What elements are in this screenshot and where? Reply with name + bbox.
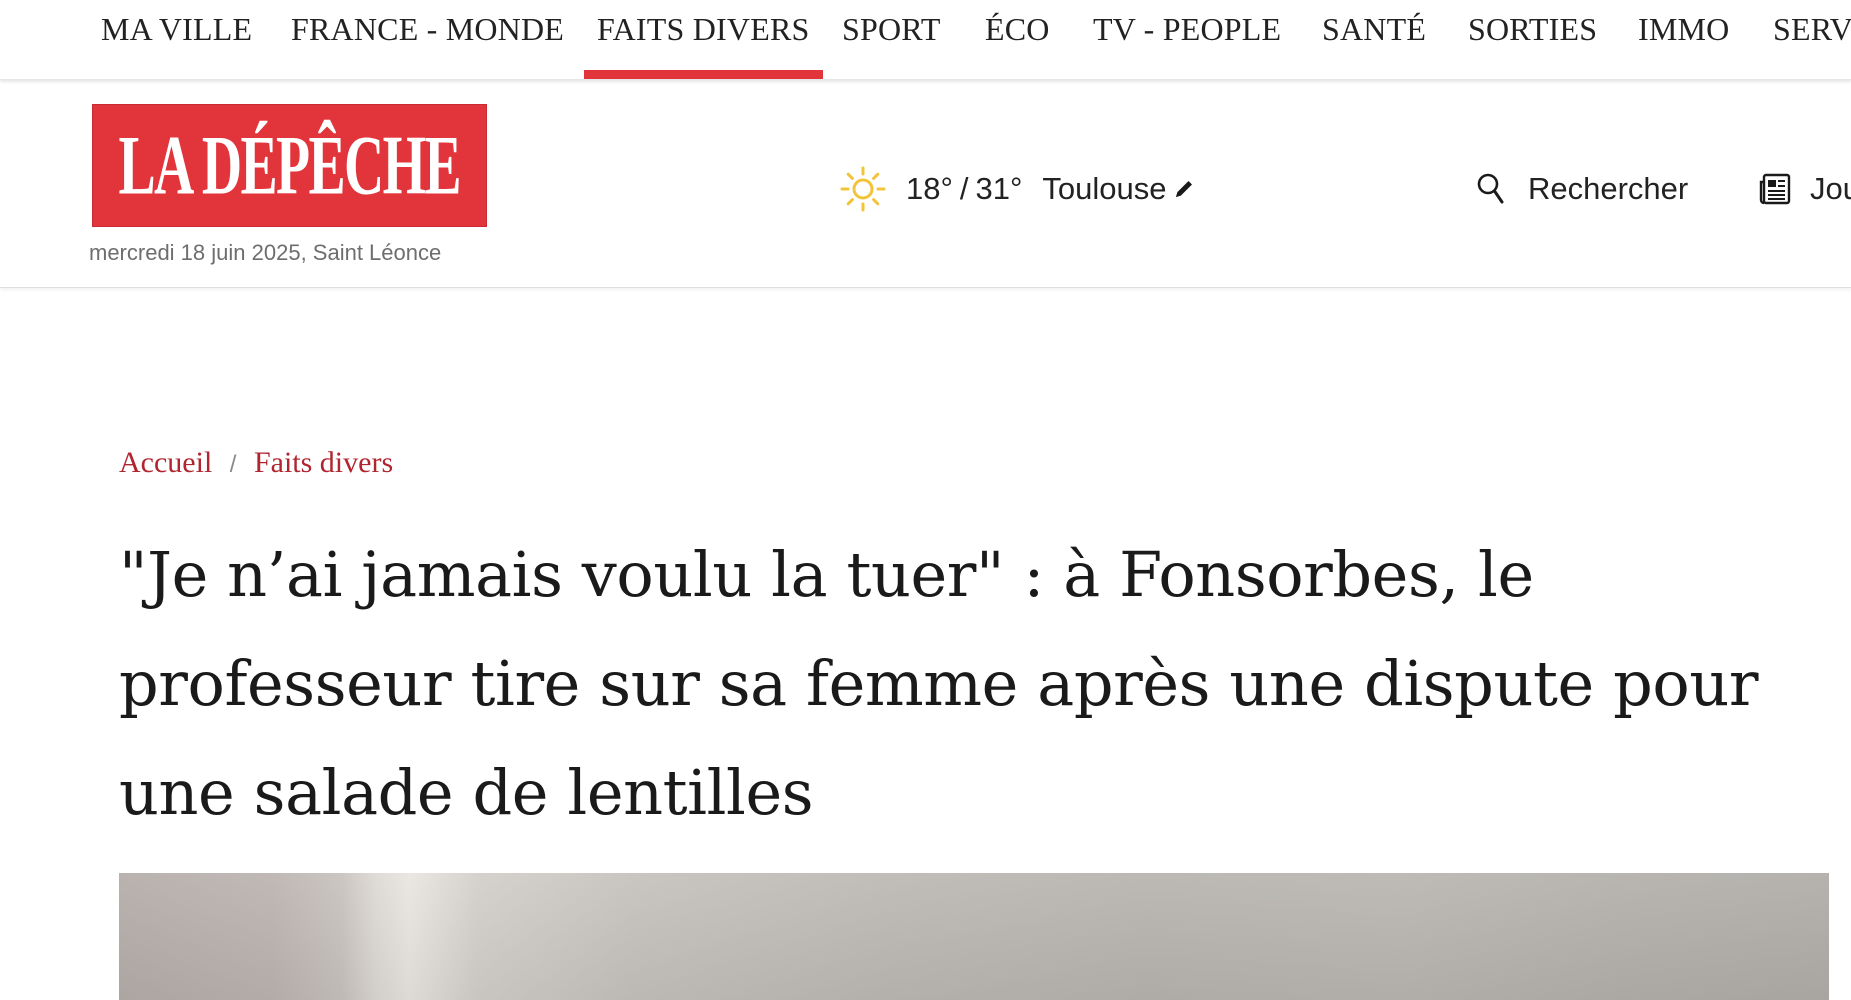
- breadcrumb: Accueil / Faits divers: [119, 446, 393, 480]
- nav-item-ma-ville[interactable]: MA VILLE: [101, 0, 252, 79]
- date-and-saint: mercredi 18 juin 2025, Saint Léonce: [89, 240, 442, 265]
- hero-image-shading: [119, 873, 1829, 1000]
- nav-item-sport[interactable]: SPORT: [842, 0, 941, 79]
- breadcrumb-separator: /: [229, 451, 237, 478]
- breadcrumb-home[interactable]: Accueil: [119, 446, 212, 479]
- breadcrumb-faits-divers[interactable]: Faits divers: [254, 446, 393, 479]
- search-button[interactable]: Rechercher: [1476, 166, 1688, 212]
- pencil-icon: [1175, 181, 1192, 197]
- article-headline: "Je n’ai jamais voulu la tuer" : à Fonso…: [119, 538, 1759, 829]
- journal-label: Jou: [1810, 171, 1851, 206]
- nav-item-eco[interactable]: ÉCO: [985, 0, 1050, 79]
- nav-item-services[interactable]: SERV: [1773, 0, 1851, 79]
- newspaper-icon: [1759, 173, 1791, 205]
- article-hero-image: [119, 873, 1829, 1000]
- nav-item-immo[interactable]: IMMO: [1638, 0, 1729, 79]
- nav-item-france-monde[interactable]: FRANCE - MONDE: [291, 0, 564, 79]
- logo-wordmark: LA DÉPÊCHE: [118, 117, 462, 213]
- temperature-max: 31°: [975, 171, 1023, 206]
- nav-item-sante[interactable]: SANTÉ: [1322, 0, 1426, 79]
- site-header: LA DÉPÊCHE mercredi 18 juin 2025, Saint …: [0, 80, 1851, 288]
- sun-icon: [840, 166, 886, 212]
- weather-city-selector[interactable]: Toulouse: [1042, 171, 1194, 207]
- weather-city: Toulouse: [1042, 171, 1167, 206]
- top-navigation: MA VILLE FRANCE - MONDE FAITS DIVERS SPO…: [0, 0, 1851, 80]
- weather-widget: 18° / 31° Toulouse: [840, 166, 1195, 212]
- temperature-separator: /: [959, 171, 969, 206]
- search-label: Rechercher: [1528, 171, 1689, 206]
- nav-item-sorties[interactable]: SORTIES: [1468, 0, 1597, 79]
- nav-item-tv-people[interactable]: TV - PEOPLE: [1093, 0, 1281, 79]
- search-icon: [1477, 173, 1504, 204]
- journal-button[interactable]: Jou: [1758, 166, 1851, 212]
- temperature-min: 18°: [906, 171, 953, 206]
- site-logo[interactable]: LA DÉPÊCHE: [92, 104, 487, 227]
- nav-item-faits-divers[interactable]: FAITS DIVERS: [584, 0, 822, 79]
